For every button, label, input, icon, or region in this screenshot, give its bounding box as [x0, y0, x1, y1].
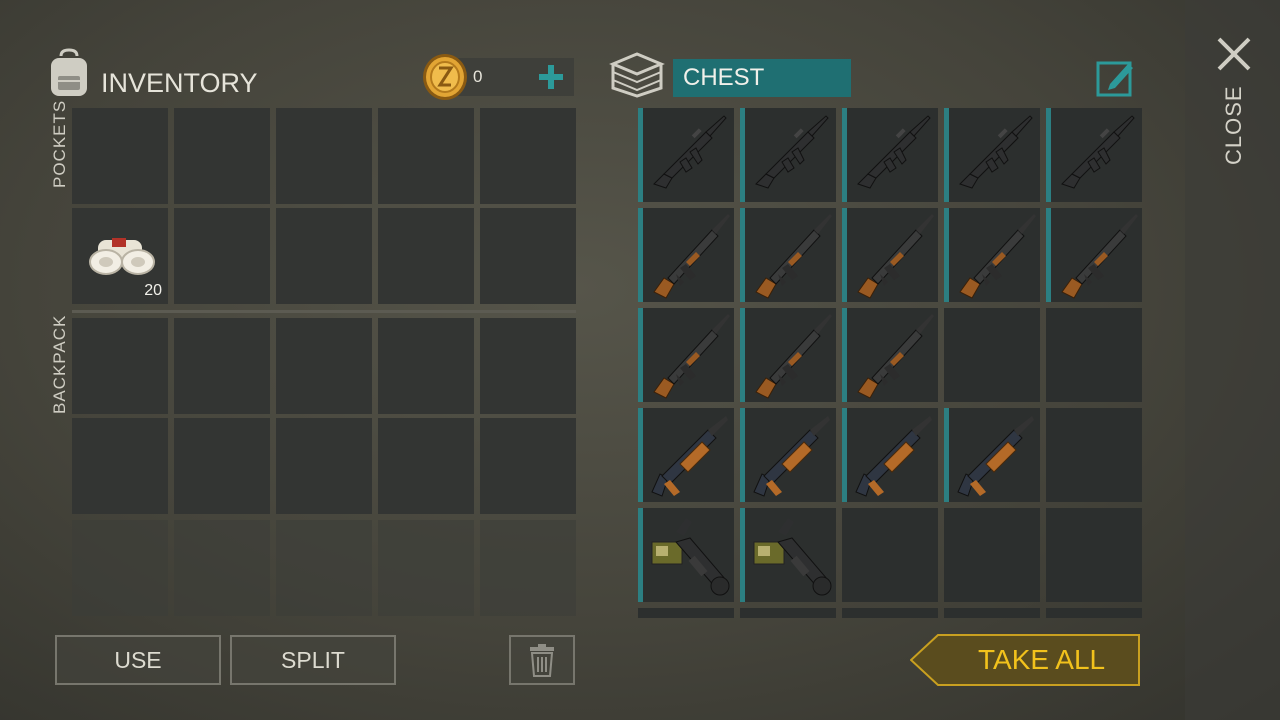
m4-rifle-icon — [748, 112, 832, 192]
backpack-slot[interactable] — [480, 418, 576, 514]
m4-rifle-icon — [1054, 112, 1138, 192]
chest-title[interactable]: CHEST — [673, 59, 851, 97]
ak-rifle-icon — [850, 312, 934, 400]
backpack-slot[interactable] — [276, 318, 372, 414]
chest-slot-grenade-launcher[interactable] — [740, 508, 836, 602]
pocket-slot[interactable] — [276, 108, 372, 204]
close-icon[interactable] — [1217, 37, 1251, 71]
item-count: 20 — [144, 282, 162, 299]
pocket-slot-bandage[interactable]: 20 — [72, 208, 168, 304]
chest-slot[interactable] — [638, 608, 734, 618]
backpack-slot-locked — [480, 520, 576, 616]
backpack-slot[interactable] — [378, 418, 474, 514]
chest-slot-shotgun[interactable] — [944, 408, 1040, 502]
close-label[interactable]: CLOSE — [1221, 85, 1247, 165]
shotgun-icon — [850, 412, 934, 500]
chest-icon — [609, 50, 665, 98]
shotgun-icon — [748, 412, 832, 500]
chest-slot[interactable] — [944, 508, 1040, 602]
chest-slot-ak-rifle[interactable] — [842, 308, 938, 402]
chest-slot-m4-rifle[interactable] — [842, 108, 938, 202]
backpack-slot-locked — [72, 520, 168, 616]
chest-slot-m4-rifle[interactable] — [638, 108, 734, 202]
bandage-icon — [84, 232, 158, 280]
inventory-title: INVENTORY — [101, 68, 258, 98]
ak-rifle-icon — [646, 212, 730, 300]
rename-icon[interactable] — [1096, 58, 1136, 98]
chest-slot-ak-rifle[interactable] — [1046, 208, 1142, 302]
chest-slot-ak-rifle[interactable] — [638, 308, 734, 402]
trash-button[interactable] — [509, 635, 575, 685]
chest-slot-grenade-launcher[interactable] — [638, 508, 734, 602]
m4-rifle-icon — [952, 112, 1036, 192]
chest-slot-ak-rifle[interactable] — [740, 308, 836, 402]
chest-slot-shotgun[interactable] — [740, 408, 836, 502]
backpack-slot[interactable] — [480, 318, 576, 414]
pocket-slot[interactable] — [378, 108, 474, 204]
ak-rifle-icon — [952, 212, 1036, 300]
pocket-slot[interactable] — [174, 208, 270, 304]
backpack-slot[interactable] — [276, 418, 372, 514]
chest-slot[interactable] — [1046, 508, 1142, 602]
chest-slot[interactable] — [944, 608, 1040, 618]
ak-rifle-icon — [748, 212, 832, 300]
chest-slot-m4-rifle[interactable] — [740, 108, 836, 202]
chest-slot-shotgun[interactable] — [842, 408, 938, 502]
grenade-launcher-icon — [748, 512, 832, 600]
backpack-slot-locked — [378, 520, 474, 616]
ak-rifle-icon — [850, 212, 934, 300]
chest-slot-ak-rifle[interactable] — [842, 208, 938, 302]
use-button[interactable]: USE — [55, 635, 221, 685]
pocket-slot[interactable] — [72, 108, 168, 204]
coin-count: 0 — [473, 67, 483, 86]
take-all-label: TAKE ALL — [978, 644, 1106, 675]
ak-rifle-icon — [646, 312, 730, 400]
chest-slot[interactable] — [740, 608, 836, 618]
backpack-slot[interactable] — [72, 418, 168, 514]
chest-slot-ak-rifle[interactable] — [740, 208, 836, 302]
m4-rifle-icon — [850, 112, 934, 192]
trash-icon — [529, 643, 555, 677]
shotgun-icon — [646, 412, 730, 500]
pocket-slot[interactable] — [174, 108, 270, 204]
m4-rifle-icon — [646, 112, 730, 192]
chest-slot[interactable] — [1046, 308, 1142, 402]
pocket-slot[interactable] — [276, 208, 372, 304]
backpack-slot-locked — [276, 520, 372, 616]
chest-slot-ak-rifle[interactable] — [944, 208, 1040, 302]
backpack-icon — [45, 48, 93, 98]
ak-rifle-icon — [1054, 212, 1138, 300]
pocket-slot[interactable] — [480, 208, 576, 304]
plus-icon[interactable] — [538, 64, 564, 90]
take-all-button[interactable]: TAKE ALL — [910, 634, 1140, 686]
chest-slot-m4-rifle[interactable] — [944, 108, 1040, 202]
chest-slot-shotgun[interactable] — [638, 408, 734, 502]
chest-slot-m4-rifle[interactable] — [1046, 108, 1142, 202]
section-divider — [72, 310, 576, 313]
coin-icon — [421, 52, 469, 102]
chest-slot[interactable] — [1046, 408, 1142, 502]
backpack-slot[interactable] — [378, 318, 474, 414]
backpack-label: BACKPACK — [50, 314, 69, 414]
backpack-slot[interactable] — [174, 418, 270, 514]
chest-slot[interactable] — [842, 508, 938, 602]
backpack-slot-locked — [174, 520, 270, 616]
chest-slot[interactable] — [944, 308, 1040, 402]
chest-slot[interactable] — [1046, 608, 1142, 618]
chest-slot-ak-rifle[interactable] — [638, 208, 734, 302]
backpack-slot[interactable] — [72, 318, 168, 414]
pocket-slot[interactable] — [378, 208, 474, 304]
ak-rifle-icon — [748, 312, 832, 400]
pockets-label: POCKETS — [50, 99, 69, 188]
pocket-slot[interactable] — [480, 108, 576, 204]
backpack-slot[interactable] — [174, 318, 270, 414]
grenade-launcher-icon — [646, 512, 730, 600]
chest-slot[interactable] — [842, 608, 938, 618]
shotgun-icon — [952, 412, 1036, 500]
split-button[interactable]: SPLIT — [230, 635, 396, 685]
